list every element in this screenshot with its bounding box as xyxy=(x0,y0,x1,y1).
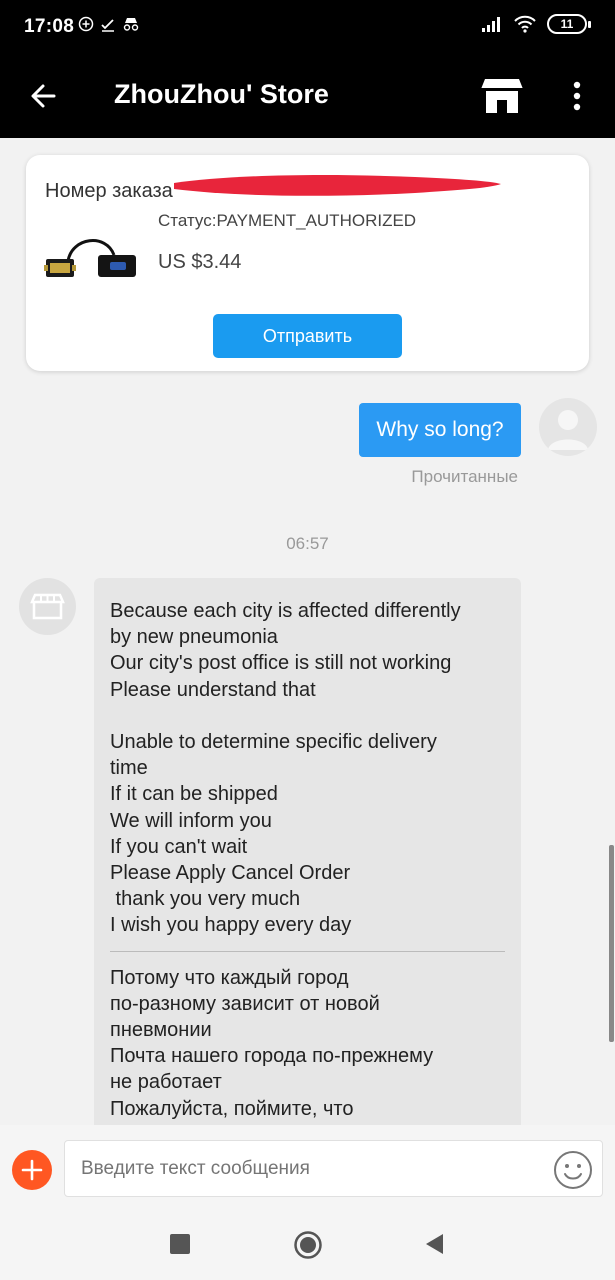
home-icon[interactable] xyxy=(293,1230,323,1260)
status-time: 17:08 xyxy=(24,16,75,37)
battery-icon: 11 xyxy=(547,14,591,34)
message-line: Because each city is affected differentl… xyxy=(110,600,461,622)
recents-icon[interactable] xyxy=(170,1234,190,1254)
order-number-label: Номер заказа xyxy=(45,180,173,202)
store-icon[interactable] xyxy=(480,76,524,116)
scrollbar[interactable] xyxy=(609,845,614,1042)
app-bar: ZhouZhou' Store xyxy=(0,54,615,138)
status-bar: 17:08 11 xyxy=(0,0,615,54)
message-line: thank you very much xyxy=(110,888,301,911)
back-arrow-icon[interactable] xyxy=(24,76,64,116)
emoji-icon[interactable] xyxy=(552,1149,594,1191)
message-line: If you can't wait xyxy=(110,835,248,858)
status-notification-icons xyxy=(78,16,140,32)
message-timestamp: 06:57 xyxy=(286,534,329,553)
product-image[interactable] xyxy=(42,225,142,297)
message-line: по-разному зависит от новой xyxy=(110,992,380,1015)
send-order-button[interactable]: Отправить xyxy=(213,314,402,358)
store-title: ZhouZhou' Store xyxy=(114,79,329,109)
battery-level: 11 xyxy=(560,17,574,31)
status-system-icons: 11 xyxy=(481,14,591,34)
message-line: time xyxy=(110,757,148,780)
message-line: Please understand that xyxy=(110,678,316,701)
plus-icon xyxy=(21,1159,43,1181)
nav-back-icon[interactable] xyxy=(423,1232,445,1256)
add-attachment-button[interactable] xyxy=(12,1150,52,1190)
message-line: пневмонии xyxy=(110,1019,212,1042)
message-line: Unable to determine specific delivery xyxy=(110,731,437,754)
message-line: We will inform you xyxy=(110,809,272,832)
message-line: Потому что каждый город xyxy=(110,966,349,989)
system-nav-bar xyxy=(0,1206,615,1280)
message-line: Пожалуйста, поймите, что xyxy=(110,1097,354,1120)
incognito-icon xyxy=(123,18,139,31)
message-line: Please Apply Cancel Order xyxy=(110,862,351,885)
message-english-text: Because each city is affected differentl… xyxy=(110,598,505,939)
message-line: Our city's post office is still not work… xyxy=(110,652,452,675)
user-avatar[interactable] xyxy=(539,398,597,456)
read-status: Прочитанные xyxy=(411,467,518,486)
message-line: не работает xyxy=(110,1071,222,1094)
download-check-icon xyxy=(101,19,114,32)
user-silhouette-icon xyxy=(548,410,588,450)
signal-icon xyxy=(482,17,500,32)
order-card[interactable]: Номер заказа Статус:PAYMENT_AUTHORIZED U… xyxy=(26,155,589,371)
message-line: I wish you happy every day xyxy=(110,914,352,937)
message-line xyxy=(110,703,505,729)
plus-circle-icon xyxy=(78,16,94,32)
order-status: Статус:PAYMENT_AUTHORIZED xyxy=(158,211,417,230)
message-line: If it can be shipped xyxy=(110,783,278,806)
received-message-bubble[interactable]: Because each city is affected differentl… xyxy=(94,578,521,1138)
message-line: Почта нашего города по-прежнему xyxy=(110,1045,434,1068)
message-input[interactable] xyxy=(81,1158,541,1180)
message-input-bar xyxy=(0,1125,615,1206)
redaction-mark xyxy=(174,175,501,196)
shop-icon xyxy=(30,593,65,620)
message-divider xyxy=(110,950,505,952)
message-line: by new pneumonia xyxy=(110,626,278,649)
wifi-icon xyxy=(514,15,536,33)
more-vertical-icon[interactable] xyxy=(562,76,592,116)
message-input-field[interactable] xyxy=(64,1140,603,1197)
order-price: US $3.44 xyxy=(158,251,242,273)
message-russian-text: Потому что каждый город по-разному зависи… xyxy=(110,965,505,1122)
store-avatar[interactable] xyxy=(19,578,76,635)
sent-message-bubble[interactable]: Why so long? xyxy=(359,403,521,457)
